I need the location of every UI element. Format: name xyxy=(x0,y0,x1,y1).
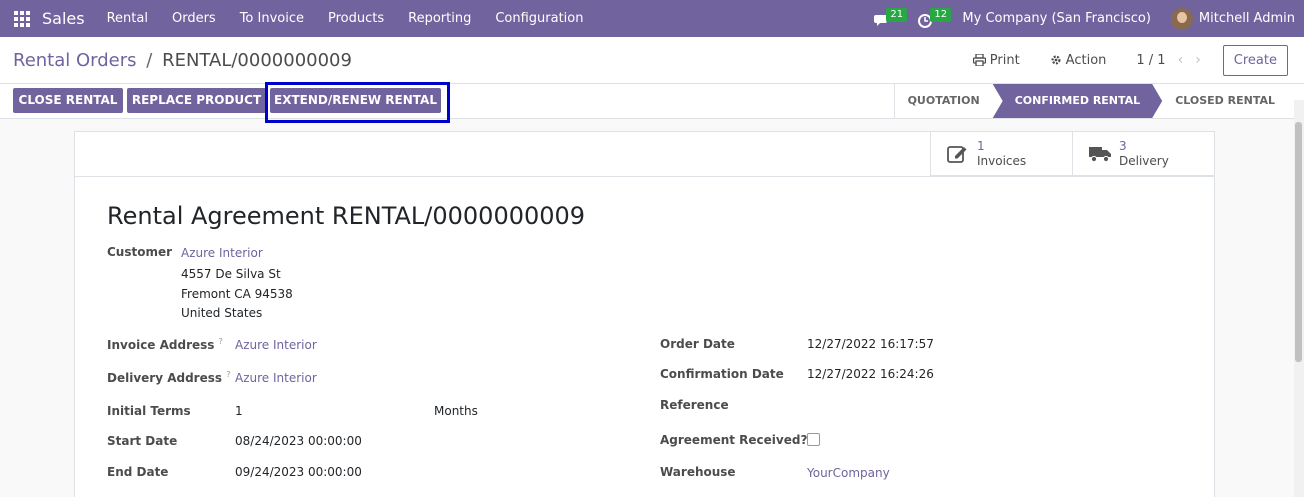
pager-value[interactable]: 1 / 1 xyxy=(1136,53,1165,68)
confirmation-date-field[interactable]: 12/27/2022 16:24:26 xyxy=(807,367,934,381)
gear-icon xyxy=(1051,55,1061,65)
invoices-count: 1 xyxy=(977,139,985,153)
pager-previous-icon[interactable]: ‹ xyxy=(1178,52,1184,68)
warehouse-label: Warehouse xyxy=(660,465,736,479)
delivery-address-label: Delivery Address ? xyxy=(107,370,230,385)
breadcrumb-separator: / xyxy=(146,50,153,71)
breadcrumb-current: RENTAL/0000000009 xyxy=(162,50,352,71)
order-date-label: Order Date xyxy=(660,337,735,351)
menu-item-reporting[interactable]: Reporting xyxy=(408,11,471,26)
menu-item-orders[interactable]: Orders xyxy=(172,11,216,26)
start-date-label: Start Date xyxy=(107,434,178,448)
customer-link[interactable]: Azure Interior xyxy=(181,246,263,260)
breadcrumb-rental-orders[interactable]: Rental Orders xyxy=(13,50,137,71)
confirmation-date-label: Confirmation Date xyxy=(660,367,784,381)
control-panel: Rental Orders / RENTAL/0000000009 Print … xyxy=(0,37,1304,84)
top-navbar: Sales Rental Orders To Invoice Products … xyxy=(0,0,1304,37)
print-icon xyxy=(972,54,986,66)
action-label: Action xyxy=(1065,52,1107,68)
activities-button[interactable]: 12 xyxy=(918,7,952,29)
breadcrumb: Rental Orders / RENTAL/0000000009 xyxy=(13,50,352,71)
delivery-smart-button[interactable]: 3 Delivery xyxy=(1072,132,1214,176)
initial-terms-unit[interactable]: Months xyxy=(434,404,478,418)
create-button[interactable]: Create xyxy=(1222,44,1288,76)
help-icon[interactable]: ? xyxy=(226,370,230,379)
initial-terms-field[interactable]: 1 xyxy=(235,404,243,418)
extend-renew-rental-button[interactable]: EXTEND/RENEW RENTAL xyxy=(270,88,441,113)
menu-item-products[interactable]: Products xyxy=(328,11,384,26)
main-menu: Rental Orders To Invoice Products Report… xyxy=(107,11,608,26)
print-button[interactable]: Print xyxy=(972,52,1020,68)
app-brand[interactable]: Sales xyxy=(42,9,85,28)
order-date-field[interactable]: 12/27/2022 16:17:57 xyxy=(807,337,934,351)
edit-icon xyxy=(947,146,967,163)
agreement-received-checkbox[interactable] xyxy=(807,433,820,446)
messages-badge: 21 xyxy=(886,7,908,22)
user-avatar[interactable] xyxy=(1170,7,1193,30)
stage-confirmed-rental[interactable]: CONFIRMED RENTAL xyxy=(993,84,1163,118)
pager-next-icon[interactable]: › xyxy=(1195,52,1201,68)
initial-terms-label: Initial Terms xyxy=(107,404,191,418)
replace-product-button[interactable]: REPLACE PRODUCT xyxy=(127,88,266,113)
end-date-label: End Date xyxy=(107,465,169,479)
company-switcher[interactable]: My Company (San Francisco) xyxy=(962,11,1150,26)
customer-country: United States xyxy=(181,306,263,320)
page-title: Rental Agreement RENTAL/0000000009 xyxy=(107,202,586,230)
menu-item-configuration[interactable]: Configuration xyxy=(495,11,583,26)
activities-badge: 12 xyxy=(930,7,952,22)
scrollbar-thumb[interactable] xyxy=(1295,122,1302,362)
end-date-field[interactable]: 09/24/2023 00:00:00 xyxy=(235,465,362,479)
apps-menu-icon[interactable] xyxy=(14,10,30,27)
messaging-button[interactable]: 21 xyxy=(874,7,908,29)
customer-label: Customer xyxy=(107,245,173,259)
menu-item-to-invoice[interactable]: To Invoice xyxy=(240,11,304,26)
delivery-address-field[interactable]: Azure Interior xyxy=(235,371,317,385)
delivery-address-label-text: Delivery Address xyxy=(107,371,223,385)
customer-city: Fremont CA 94538 xyxy=(181,287,293,301)
stage-pipeline: QUOTATION CONFIRMED RENTAL CLOSED RENTAL xyxy=(893,84,1288,118)
close-rental-button[interactable]: CLOSE RENTAL xyxy=(13,88,123,113)
user-menu[interactable]: Mitchell Admin xyxy=(1199,11,1295,26)
delivery-count: 3 xyxy=(1119,139,1127,153)
status-bar: CLOSE RENTAL REPLACE PRODUCT EXTEND/RENE… xyxy=(0,84,1304,119)
reference-label: Reference xyxy=(660,398,729,412)
stage-closed-rental[interactable]: CLOSED RENTAL xyxy=(1162,84,1288,118)
control-panel-actions: Print Action 1 / 1 ‹ › Create xyxy=(972,44,1288,76)
smart-button-box: 1 Invoices 3 Delivery xyxy=(930,132,1214,176)
invoice-address-label-text: Invoice Address xyxy=(107,338,215,352)
warehouse-field[interactable]: YourCompany xyxy=(807,466,890,480)
invoices-smart-button[interactable]: 1 Invoices xyxy=(930,132,1072,176)
delivery-label: Delivery xyxy=(1119,154,1169,168)
truck-icon xyxy=(1089,147,1111,163)
agreement-received-label: Agreement Received? xyxy=(660,433,808,447)
menu-item-rental[interactable]: Rental xyxy=(107,11,148,26)
customer-street: 4557 De Silva St xyxy=(181,267,281,281)
divider xyxy=(75,176,1214,177)
invoice-address-label: Invoice Address ? xyxy=(107,337,223,352)
print-label: Print xyxy=(989,52,1020,68)
start-date-field[interactable]: 08/24/2023 00:00:00 xyxy=(235,434,362,448)
action-button[interactable]: Action xyxy=(1050,52,1107,68)
systray: 21 12 My Company (San Francisco) Mitchel… xyxy=(874,0,1304,37)
help-icon[interactable]: ? xyxy=(219,337,223,346)
invoices-label: Invoices xyxy=(977,154,1027,168)
invoice-address-field[interactable]: Azure Interior xyxy=(235,338,317,352)
stage-quotation[interactable]: QUOTATION xyxy=(893,84,993,118)
form-sheet: 1 Invoices 3 Delivery Rental Agreement R… xyxy=(74,131,1215,497)
